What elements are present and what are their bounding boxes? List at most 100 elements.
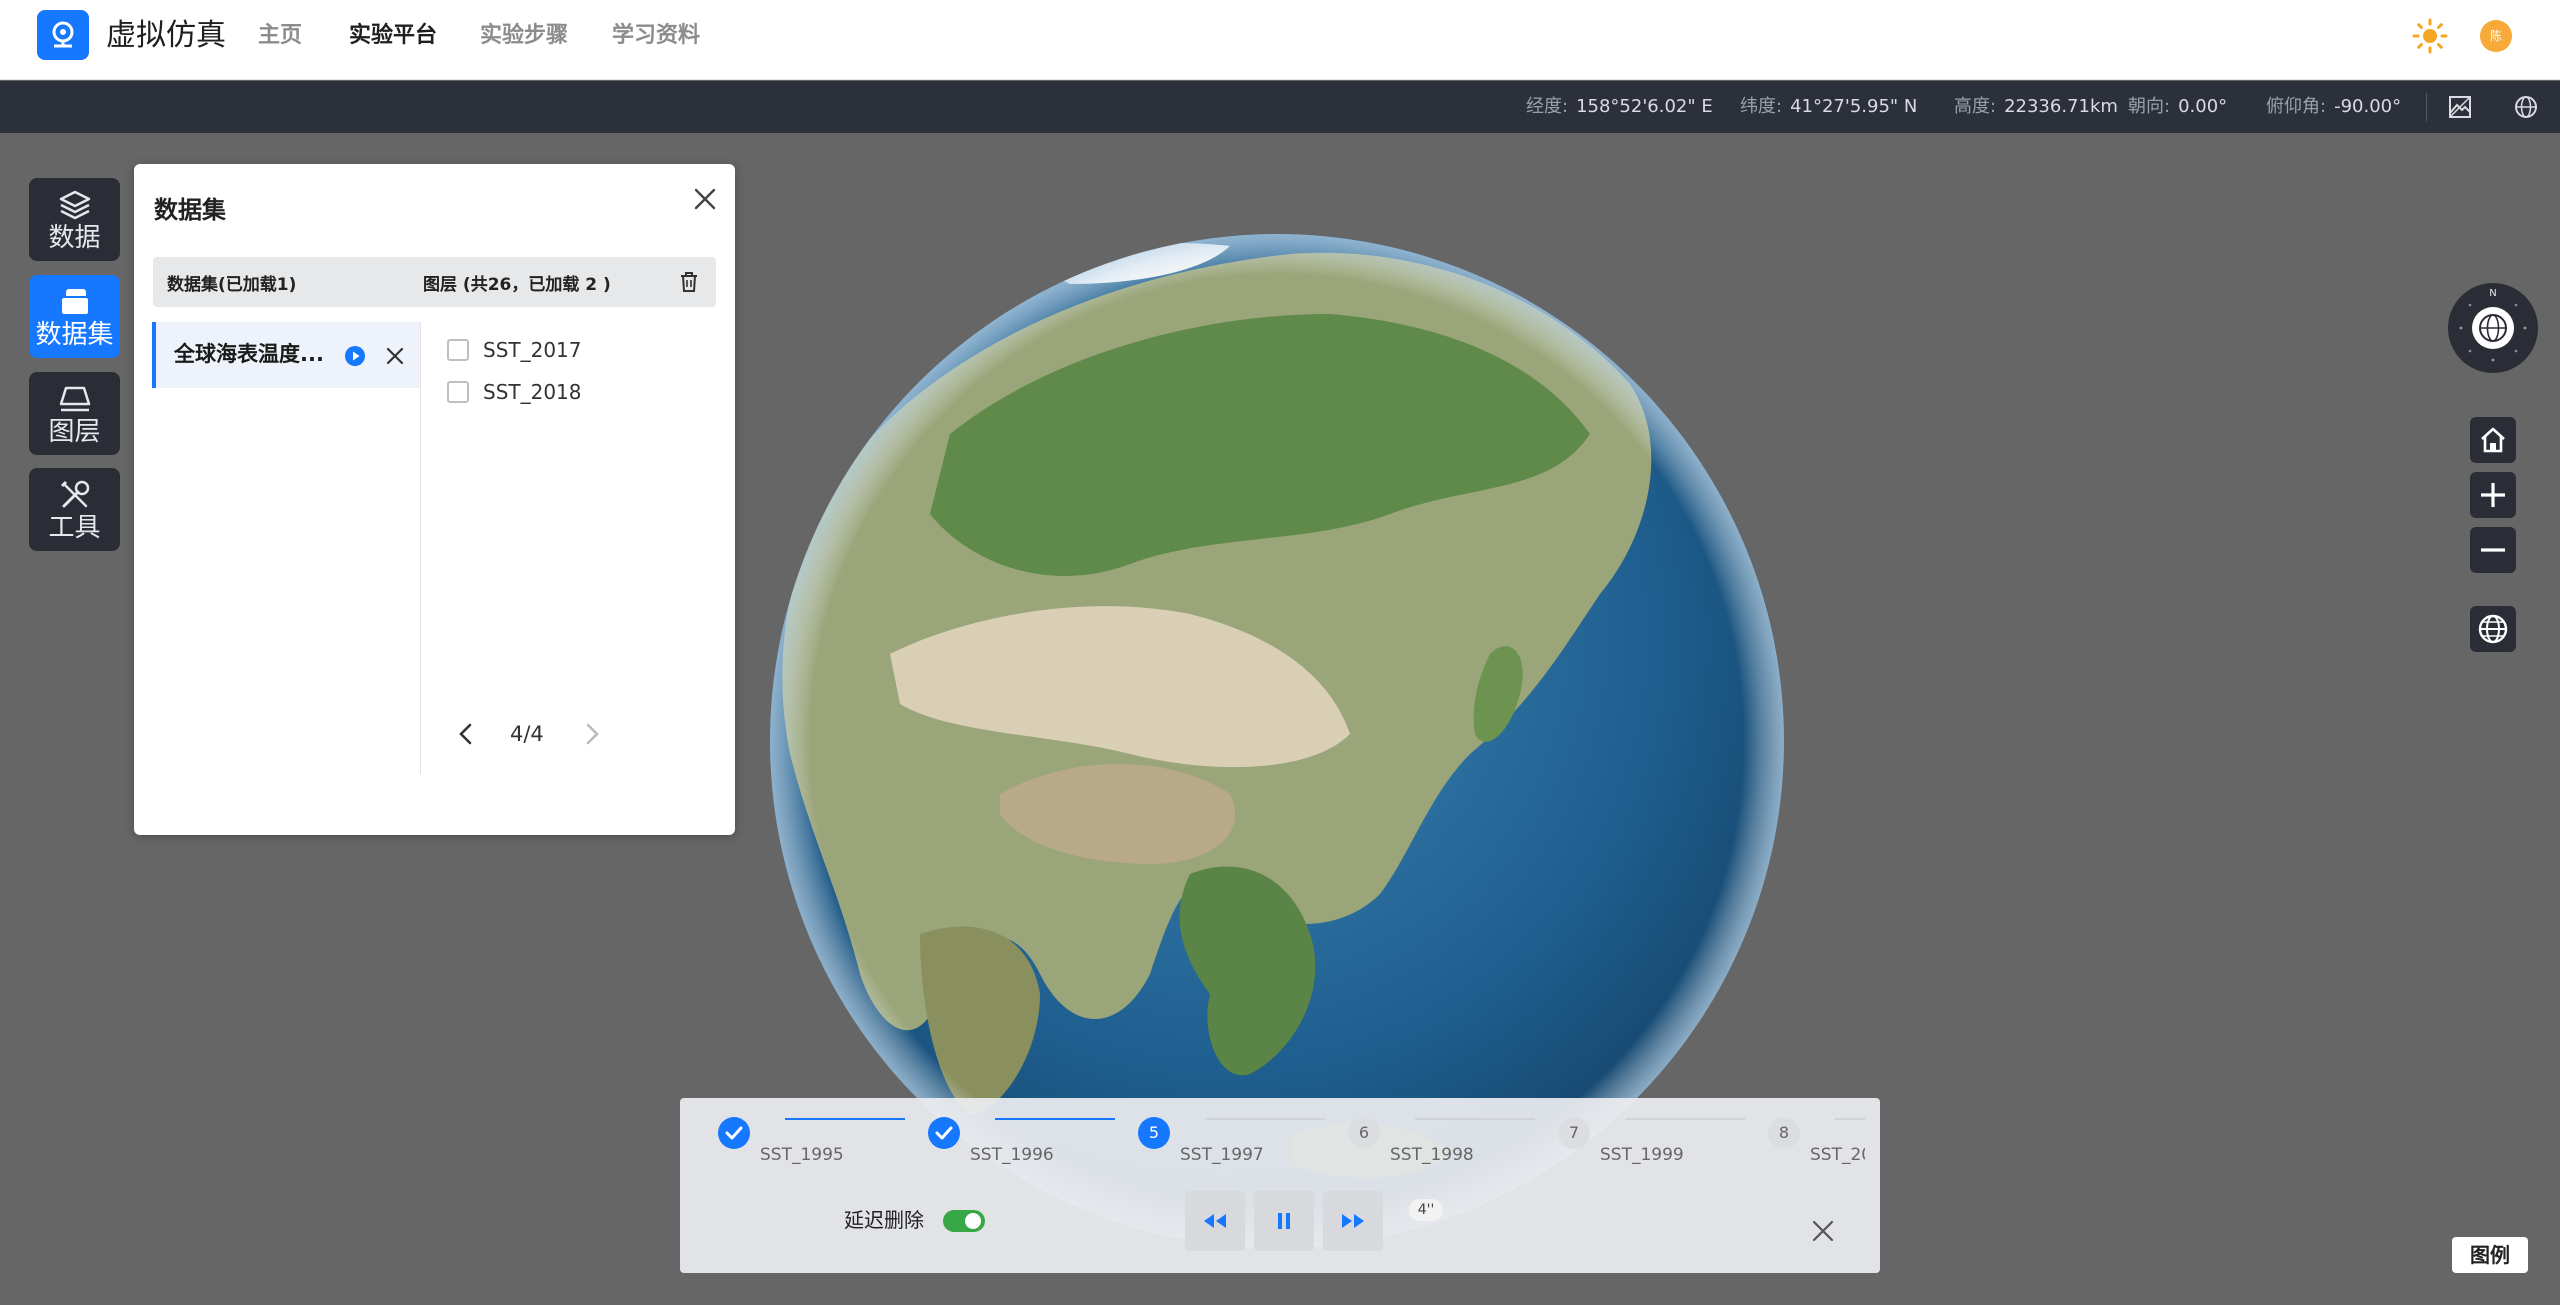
fast-forward-icon <box>1342 1214 1364 1228</box>
coordinate-status-bar: 经度: 158°52'6.02" E 纬度: 41°27'5.95" N 高度: 22… <box>0 81 2560 133</box>
rail-layer-label: 图层 <box>48 417 101 447</box>
step-marker[interactable]: 7 <box>1558 1117 1590 1149</box>
compass-north-label: N <box>2489 288 2496 299</box>
fast-forward-button[interactable] <box>1323 1191 1383 1251</box>
rewind-button[interactable] <box>1185 1191 1245 1251</box>
sun-icon[interactable] <box>2412 18 2448 54</box>
toggle-knob <box>965 1213 981 1229</box>
step-label: SST_1996 <box>970 1145 1054 1165</box>
longitude-readout: 经度: 158°52'6.02" E <box>1526 96 1713 118</box>
step-connector <box>1835 1118 1865 1120</box>
latitude-value: 41°27'5.95" N <box>1790 96 1918 117</box>
nav-learning-materials[interactable]: 学习资料 <box>612 20 700 52</box>
close-icon[interactable] <box>1810 1218 1836 1244</box>
rail-tools-button[interactable]: 工具 <box>29 468 120 551</box>
nav-lab-platform[interactable]: 实验平台 <box>349 20 437 52</box>
dataset-item[interactable]: 全球海表温度... <box>152 322 420 388</box>
longitude-label: 经度: <box>1526 96 1569 117</box>
globe-icon[interactable] <box>2512 93 2540 121</box>
playback-speed[interactable]: 4'' <box>1409 1199 1443 1221</box>
rail-dataset-button[interactable]: 数据集 <box>29 275 120 358</box>
height-readout: 高度: 22336.71km <box>1954 96 2118 118</box>
rail-layer-button[interactable]: 图层 <box>29 372 120 455</box>
app-logo[interactable] <box>37 10 89 60</box>
longitude-value: 158°52'6.02" E <box>1576 96 1713 117</box>
timeline-player: SST_1995 SST_1996 5 SST_1997 6 SST_1998 … <box>680 1098 1880 1273</box>
pitch-value: -90.00° <box>2334 96 2402 117</box>
close-icon[interactable] <box>690 184 720 214</box>
height-value: 22336.71km <box>2004 96 2118 117</box>
step-marker[interactable]: 8 <box>1768 1117 1800 1149</box>
delay-delete-label: 延迟删除 <box>844 1208 924 1232</box>
logo-icon <box>52 21 74 48</box>
trash-icon[interactable] <box>678 270 700 294</box>
dataset-item-name: 全球海表温度... <box>174 342 324 366</box>
tools-icon <box>60 480 90 508</box>
step-label: SST_1997 <box>1180 1145 1264 1165</box>
nav-lab-steps[interactable]: 实验步骤 <box>480 20 568 52</box>
latitude-label: 纬度: <box>1740 96 1783 117</box>
pitch-label: 俯仰角: <box>2266 96 2327 117</box>
latitude-readout: 纬度: 41°27'5.95" N <box>1740 96 1917 118</box>
rail-data-button[interactable]: 数据 <box>29 178 120 261</box>
step-marker[interactable]: 6 <box>1348 1117 1380 1149</box>
panel-table-header: 数据集(已加载1) 图层 (共26，已加载 2 ) <box>153 257 716 307</box>
layer-label: SST_2018 <box>483 380 582 404</box>
check-icon <box>725 1126 743 1140</box>
globe-view-button[interactable] <box>2470 606 2516 652</box>
check-icon <box>935 1126 953 1140</box>
layer-plane-icon <box>59 386 91 412</box>
step-label: SST_1995 <box>760 1145 844 1165</box>
home-icon <box>2481 427 2505 453</box>
play-icon[interactable] <box>344 345 366 367</box>
remove-icon[interactable] <box>382 343 408 369</box>
layer-checkbox[interactable] <box>447 380 469 403</box>
pause-button[interactable] <box>1254 1191 1314 1251</box>
rewind-icon <box>1204 1214 1226 1228</box>
delay-delete-toggle[interactable] <box>943 1210 985 1232</box>
home-button[interactable] <box>2470 417 2516 463</box>
globe-icon <box>2478 614 2508 644</box>
dataset-panel: 数据集 数据集(已加载1) 图层 (共26，已加载 2 ) 全球海表温度... … <box>134 164 735 835</box>
nav-home[interactable]: 主页 <box>258 20 302 52</box>
height-label: 高度: <box>1954 96 1997 117</box>
layer-row[interactable]: SST_2018 <box>447 378 582 406</box>
datasets-column-header: 数据集(已加载1) <box>167 275 297 295</box>
step-label: SST_1998 <box>1390 1145 1474 1165</box>
rail-tools-label: 工具 <box>48 513 101 543</box>
step-marker-current[interactable]: 5 <box>1138 1117 1170 1149</box>
avatar[interactable]: 陈 <box>2480 20 2512 52</box>
column-divider <box>420 322 421 774</box>
rail-data-label: 数据 <box>48 223 101 253</box>
legend-button[interactable]: 图例 <box>2452 1237 2528 1273</box>
zoom-out-button[interactable] <box>2470 527 2516 573</box>
heading-readout: 朝向: 0.00° <box>2128 96 2227 118</box>
zoom-in-button[interactable] <box>2470 472 2516 518</box>
dataset-icon <box>60 289 90 316</box>
status-divider <box>2426 93 2427 121</box>
pager-indicator: 4/4 <box>510 722 544 746</box>
step-label: SST_1999 <box>1600 1145 1684 1165</box>
layers-icon <box>59 190 91 220</box>
zoom-out-icon <box>2481 548 2505 552</box>
step-label: SST_20 <box>1810 1145 1865 1165</box>
layer-checkbox[interactable] <box>447 338 469 361</box>
globe-viewer[interactable] <box>770 234 1784 1248</box>
layer-label: SST_2017 <box>483 338 582 362</box>
heading-label: 朝向: <box>2128 96 2171 117</box>
top-navbar: 虚拟仿真 主页 实验平台 实验步骤 学习资料 陈 <box>0 0 2560 80</box>
chevron-right-icon[interactable] <box>580 720 604 748</box>
pitch-readout: 俯仰角: -90.00° <box>2266 96 2401 118</box>
layer-row[interactable]: SST_2017 <box>447 336 582 364</box>
map-picture-icon[interactable] <box>2446 93 2474 121</box>
earth-globe[interactable] <box>770 234 1784 1248</box>
step-connector <box>1625 1118 1745 1120</box>
step-check-marker[interactable] <box>928 1117 960 1149</box>
compass-icon[interactable]: N <box>2447 282 2539 374</box>
step-connector <box>995 1118 1115 1120</box>
rail-dataset-label: 数据集 <box>35 320 114 350</box>
chevron-left-icon[interactable] <box>454 720 478 748</box>
step-connector <box>1415 1118 1535 1120</box>
step-check-marker[interactable] <box>718 1117 750 1149</box>
zoom-in-icon <box>2481 483 2505 507</box>
